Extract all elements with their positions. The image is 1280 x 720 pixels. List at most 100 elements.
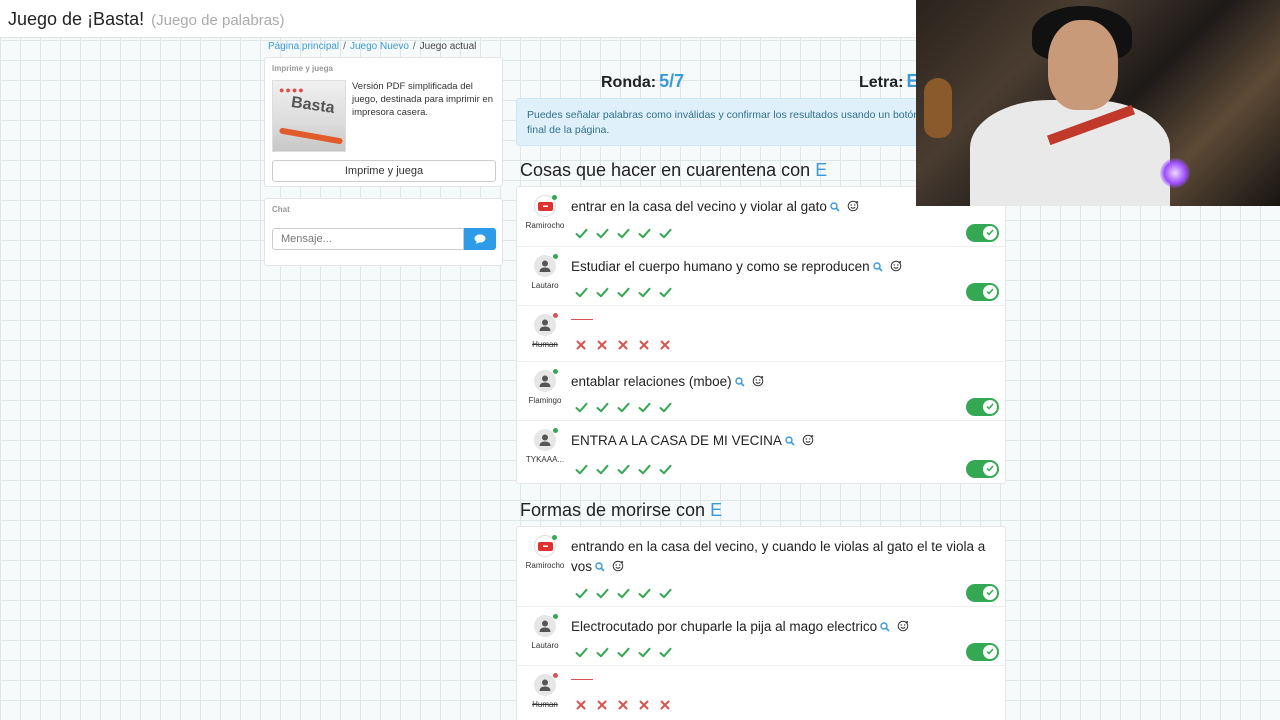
vote-marks xyxy=(573,399,673,415)
answer-row: TYKAAA... ENTRA A LA CASA DE MI VECINA xyxy=(517,421,1005,483)
check-icon xyxy=(573,399,589,415)
toggle-check-icon xyxy=(983,229,997,236)
reaction-icon[interactable] xyxy=(802,432,814,452)
reaction-icon[interactable] xyxy=(890,258,902,278)
check-icon xyxy=(657,585,673,601)
validity-toggle[interactable] xyxy=(966,224,999,242)
avatar: ▬ xyxy=(534,535,557,557)
check-icon xyxy=(636,225,652,241)
section-title: Formas de morirse con E xyxy=(516,500,1006,526)
check-icon xyxy=(594,644,610,660)
chat-message-input[interactable] xyxy=(272,228,464,250)
print-and-play-button[interactable]: Imprime y juega xyxy=(272,160,496,182)
webcam-guitar-shape xyxy=(924,78,952,138)
webcam-person-face xyxy=(1048,20,1118,110)
check-icon xyxy=(573,225,589,241)
avatar xyxy=(534,369,558,392)
online-status-dot xyxy=(553,254,558,259)
search-icon[interactable] xyxy=(595,558,605,578)
search-icon[interactable] xyxy=(872,258,883,278)
vote-marks xyxy=(573,585,673,601)
check-icon xyxy=(615,225,631,241)
app-title-text: Juego de ¡Basta! xyxy=(8,9,145,29)
player-info: Human xyxy=(519,673,571,709)
answer-text-value: ENTRA A LA CASA DE MI VECINA xyxy=(571,433,782,448)
search-icon[interactable] xyxy=(830,198,840,218)
cross-icon xyxy=(657,697,673,713)
cross-icon xyxy=(615,697,631,713)
letter-indicator: Letra: E xyxy=(859,71,918,92)
validity-toggle[interactable] xyxy=(966,283,999,301)
answer-row: Lautaro Estudiar el cuerpo humano y como … xyxy=(517,247,1005,306)
search-icon[interactable] xyxy=(734,373,745,393)
answer-row: Human xyxy=(517,666,1005,720)
validity-toggle[interactable] xyxy=(966,398,999,416)
avatar xyxy=(534,428,558,451)
validity-toggle[interactable] xyxy=(966,643,999,661)
answer-row: Lautaro Electrocutado por chuparle la pij… xyxy=(517,607,1005,666)
validity-toggle[interactable] xyxy=(966,460,999,478)
validity-toggle[interactable] xyxy=(966,584,999,602)
player-name: Ramirocho xyxy=(525,561,565,570)
avatar xyxy=(534,313,558,336)
reaction-icon[interactable] xyxy=(752,373,764,393)
toggle-knob xyxy=(983,462,997,476)
search-icon[interactable] xyxy=(880,618,890,638)
round-indicator: Ronda: 5/7 xyxy=(601,71,684,92)
check-icon xyxy=(657,461,673,477)
check-icon xyxy=(615,399,631,415)
player-info: TYKAAA... xyxy=(519,428,571,464)
reaction-icon[interactable] xyxy=(897,618,909,638)
check-icon xyxy=(594,399,610,415)
check-icon xyxy=(573,284,589,300)
check-icon xyxy=(615,644,631,660)
offline-status-dot xyxy=(553,673,558,678)
breadcrumb-home-link[interactable]: Página principal xyxy=(268,41,339,52)
toggle-knob xyxy=(983,645,997,659)
check-icon xyxy=(615,461,631,477)
info-alert: Puedes señalar palabras como inválidas y… xyxy=(516,98,936,146)
reaction-icon[interactable] xyxy=(847,198,859,218)
player-name: Lautaro xyxy=(531,281,559,290)
reaction-icon[interactable] xyxy=(612,558,624,578)
player-name: Human xyxy=(532,700,558,709)
breadcrumb-separator: / xyxy=(343,41,346,52)
chat-panel: Chat xyxy=(264,198,503,266)
toggle-knob xyxy=(983,400,997,414)
cross-icon xyxy=(594,337,610,353)
thumbnail-pen-icon xyxy=(278,127,344,145)
player-info: Flamingo xyxy=(519,369,571,405)
toggle-check-icon xyxy=(983,589,997,596)
cross-icon xyxy=(636,697,652,713)
print-panel-heading: Imprime y juega xyxy=(272,64,333,73)
offline-status-dot xyxy=(553,313,558,318)
app-title: Juego de ¡Basta! (Juego de palabras) xyxy=(8,9,285,30)
toggle-check-icon xyxy=(983,403,997,410)
check-icon xyxy=(594,585,610,601)
cross-icon xyxy=(594,697,610,713)
cross-icon xyxy=(573,337,589,353)
check-icon xyxy=(657,225,673,241)
chat-heading: Chat xyxy=(272,205,290,214)
check-icon xyxy=(636,461,652,477)
check-icon xyxy=(615,585,631,601)
breadcrumb-new-game-link[interactable]: Juego Nuevo xyxy=(350,41,409,52)
answer-row: Flamingo entablar relaciones (mboe) xyxy=(517,362,1005,421)
answer-text-value: entrando en la casa del vecino, y cuando… xyxy=(571,539,986,574)
chat-send-button[interactable] xyxy=(464,228,496,250)
check-icon xyxy=(636,284,652,300)
check-icon xyxy=(657,644,673,660)
empty-answer-line xyxy=(571,679,593,680)
player-info: Lautaro xyxy=(519,254,571,290)
online-status-dot xyxy=(552,195,557,200)
avatar xyxy=(534,614,558,637)
answer-card: ▬ Ramirocho entrar en la casa del vecino y… xyxy=(516,186,1006,484)
player-info: Human xyxy=(519,313,571,349)
section-letter: E xyxy=(710,500,723,520)
avatar xyxy=(534,673,558,696)
check-icon xyxy=(594,284,610,300)
answer-text: Electrocutado por chuparle la pija al ma… xyxy=(571,617,991,638)
round-value: 5/7 xyxy=(659,71,685,91)
answer-card: ▬ Ramirocho entrando en la casa del vecino… xyxy=(516,526,1006,720)
search-icon[interactable] xyxy=(785,432,795,452)
